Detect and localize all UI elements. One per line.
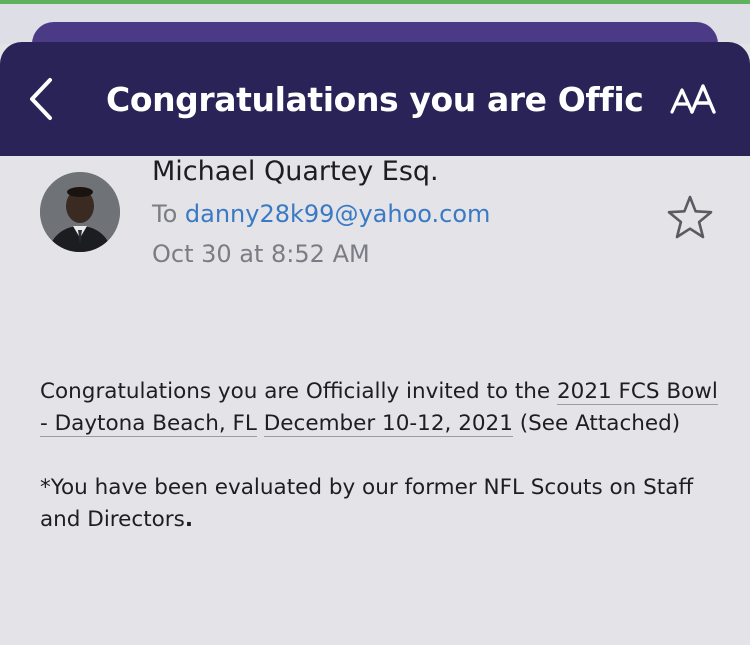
email-body: Congratulations you are Officially invit… bbox=[40, 376, 730, 568]
email-subject-title: Congratulations you are Offici... bbox=[106, 80, 646, 119]
sender-name: Michael Quartey Esq. bbox=[152, 156, 439, 187]
recipient-line: To danny28k99@yahoo.com bbox=[152, 200, 490, 228]
person-photo-icon bbox=[40, 172, 120, 252]
back-button[interactable] bbox=[24, 74, 58, 124]
star-button[interactable] bbox=[666, 194, 714, 240]
body-paragraph-2: *You have been evaluated by our former N… bbox=[40, 475, 694, 532]
email-header-bar: Congratulations you are Offici... bbox=[0, 42, 750, 156]
event-date-link[interactable]: December 10-12, 2021 bbox=[263, 411, 513, 437]
to-label: To bbox=[152, 200, 178, 228]
text-size-button[interactable] bbox=[670, 82, 718, 116]
chevron-left-icon bbox=[30, 78, 52, 120]
avatar[interactable] bbox=[40, 172, 120, 252]
email-date: Oct 30 at 8:52 AM bbox=[152, 240, 370, 268]
star-outline-icon bbox=[667, 195, 713, 239]
body-paragraph-1: Congratulations you are Officially invit… bbox=[40, 379, 718, 437]
text-size-icon bbox=[670, 84, 716, 114]
recipient-address-link[interactable]: danny28k99@yahoo.com bbox=[185, 200, 491, 228]
